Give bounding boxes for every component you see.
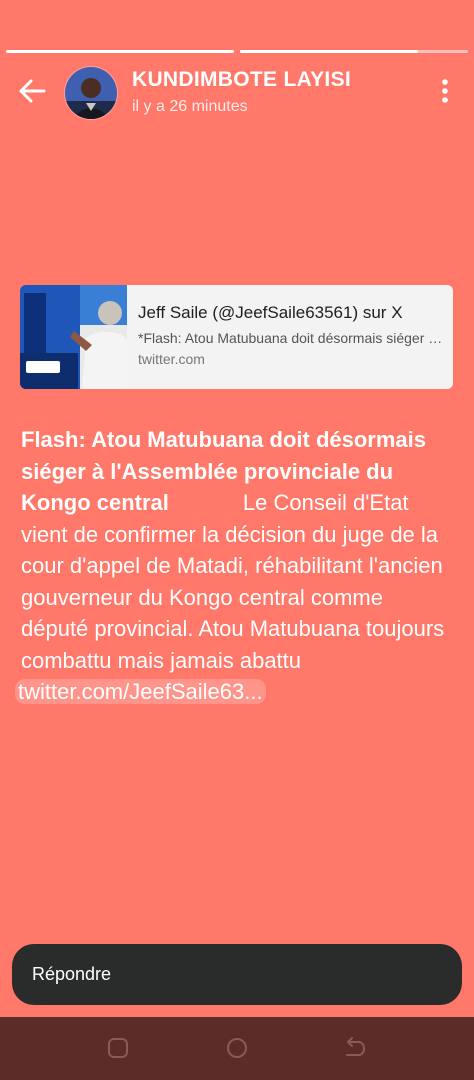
story-author-name[interactable]: KUNDIMBOTE LAYISI <box>132 68 351 92</box>
back-icon[interactable] <box>342 1035 368 1061</box>
story-timestamp: il y a 26 minutes <box>132 98 248 115</box>
link-preview-title: Jeff Saile (@JeefSaile63561) sur X <box>138 303 403 322</box>
post-body: Le Conseil d'Etat vient de confirmer la … <box>21 490 445 673</box>
link-preview-thumbnail <box>20 285 127 389</box>
recents-icon[interactable] <box>105 1035 131 1061</box>
back-arrow-icon[interactable] <box>14 73 50 109</box>
avatar[interactable] <box>64 66 118 120</box>
post-link[interactable]: twitter.com/JeefSaile63... <box>15 679 266 704</box>
more-vert-icon[interactable] <box>433 76 457 106</box>
post-text: Flash: Atou Matubuana doit désormais sié… <box>15 424 451 708</box>
reply-placeholder: Répondre <box>32 964 112 984</box>
link-preview-card[interactable]: Jeff Saile (@JeefSaile63561) sur X *Flas… <box>20 285 453 389</box>
system-navigation-bar <box>0 1017 474 1080</box>
story-progress-fill-1 <box>6 50 234 53</box>
story-progress-fill-2 <box>240 50 418 53</box>
link-preview-domain: twitter.com <box>138 351 205 367</box>
story-progress-bar-2 <box>240 50 468 53</box>
story-progress-bar-1 <box>6 50 234 53</box>
reply-input[interactable]: Répondre <box>12 944 462 1005</box>
home-icon[interactable] <box>224 1035 250 1061</box>
link-preview-description: *Flash: Atou Matubuana doit désormais si… <box>138 330 444 346</box>
